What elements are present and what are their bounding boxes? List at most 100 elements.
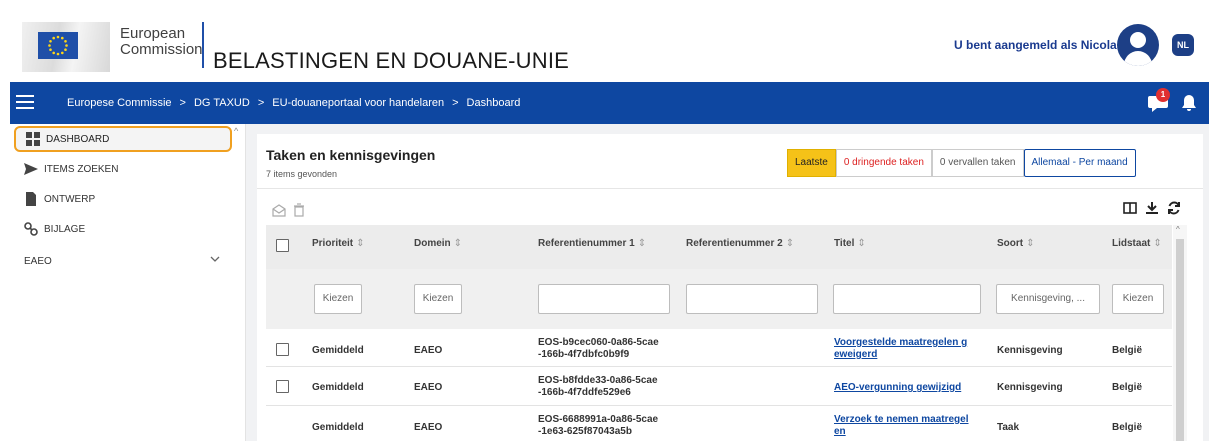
sidebar-item-label: EAEO — [24, 255, 52, 267]
sidebar: ^ DASHBOARD ITEMS ZOEKEN ONTWERP BIJLAGE — [10, 124, 246, 441]
table-row[interactable]: Gemiddeld EAEO EOS-b8fdde33-0a86-5cae -16… — [266, 368, 1172, 406]
breadcrumb-separator: > — [452, 97, 459, 109]
breadcrumb-item[interactable]: DG TAXUD — [194, 97, 250, 109]
domain-cell: EAEO — [414, 345, 443, 356]
ref1-line: -1e63-625f87043a5b — [538, 426, 632, 437]
org-name: European Commission — [120, 26, 203, 58]
priority-cell: Gemiddeld — [312, 422, 364, 433]
column-header-ref2[interactable]: Referentienummer 2 ⇕ — [686, 238, 794, 249]
member-state-filter-select[interactable]: Kiezen — [1112, 284, 1164, 314]
column-label: Prioriteit — [312, 238, 354, 249]
type-cell: Kennisgeving — [997, 382, 1063, 393]
user-greeting: U bent aangemeld als Nicolas — [954, 38, 1124, 52]
column-header-type[interactable]: Soort ⇕ — [997, 238, 1035, 249]
column-label: Titel — [834, 238, 855, 249]
filter-latest-button[interactable]: Laatste — [787, 149, 836, 177]
scrollbar-thumb[interactable] — [1176, 239, 1184, 441]
member-state-cell: België — [1112, 382, 1143, 393]
sort-icon: ⇕ — [637, 238, 647, 249]
refresh-icon[interactable] — [1167, 201, 1181, 215]
scroll-up-icon[interactable]: ^ — [234, 126, 238, 136]
bell-icon[interactable] — [1180, 94, 1198, 112]
nav-bar: Europese Commissie > DG TAXUD > EU-douanepor… — [10, 82, 1209, 124]
column-header-title[interactable]: Titel ⇕ — [834, 238, 866, 249]
download-icon[interactable] — [1145, 201, 1159, 215]
site-header: European Commission BELASTINGEN EN DOUAN… — [0, 0, 1209, 82]
row-actions — [272, 203, 306, 217]
title-link[interactable]: Verzoek te nemen maatregel en — [834, 414, 969, 438]
ref1-cell: EOS-b8fdde33-0a86-5cae -166b-4f7ddfe529e6 — [538, 375, 658, 399]
logo-divider — [202, 22, 204, 68]
select-all-checkbox[interactable] — [276, 239, 289, 252]
column-label: Referentienummer 1 — [538, 238, 635, 249]
column-label: Lidstaat — [1112, 238, 1151, 249]
sort-icon: ⇕ — [1026, 238, 1035, 249]
row-checkbox[interactable] — [276, 380, 289, 393]
card-title: Taken en kennisgevingen — [266, 147, 436, 163]
table-filter-row: Kiezen Kiezen Kennisgeving, ... Kiezen — [266, 269, 1172, 329]
member-state-cell: België — [1112, 422, 1143, 433]
sort-icon: ⇕ — [356, 238, 365, 249]
ec-logo[interactable]: European Commission — [22, 22, 204, 72]
document-icon — [24, 192, 38, 206]
filter-expired-button[interactable]: 0 vervallen taken — [931, 149, 1024, 177]
site-title: BELASTINGEN EN DOUANE-UNIE — [213, 48, 570, 73]
dashboard-icon — [26, 132, 40, 146]
columns-icon[interactable] — [1123, 201, 1137, 215]
column-label: Soort — [997, 238, 1024, 249]
sidebar-item-label: DASHBOARD — [46, 133, 110, 145]
items-count: 7 items gevonden — [266, 169, 338, 179]
ref1-line: EOS-b8fdde33-0a86-5cae — [538, 375, 658, 386]
priority-filter-select[interactable]: Kiezen — [314, 284, 362, 314]
breadcrumb-separator: > — [179, 97, 186, 109]
eu-flag-icon — [38, 32, 78, 59]
filter-urgent-button[interactable]: 0 dringende taken — [835, 149, 932, 177]
title-link[interactable]: Voorgestelde maatregelen g eweigerd — [834, 337, 967, 361]
sidebar-item-bijlage[interactable]: BIJLAGE — [14, 216, 232, 242]
priority-cell: Gemiddeld — [312, 345, 364, 356]
sidebar-item-label: ONTWERP — [44, 193, 96, 205]
table-header: Prioriteit ⇕ Domein ⇕ Referentienummer 1 ⇕ … — [266, 225, 1172, 269]
column-header-domain[interactable]: Domein ⇕ — [414, 238, 462, 249]
sidebar-item-items-zoeken[interactable]: ITEMS ZOEKEN — [14, 156, 232, 182]
column-header-priority[interactable]: Prioriteit ⇕ — [312, 238, 365, 249]
breadcrumb-item[interactable]: Europese Commissie — [67, 97, 172, 109]
sidebar-item-dashboard[interactable]: DASHBOARD — [14, 126, 232, 152]
title-filter-input[interactable] — [833, 284, 981, 314]
org-line-2: Commission — [120, 41, 203, 58]
table-row[interactable]: Gemiddeld EAEO EOS-6688991a-0a86-5cae -1e… — [266, 406, 1172, 441]
ref1-filter-input[interactable] — [538, 284, 670, 314]
domain-cell: EAEO — [414, 422, 443, 433]
trash-icon[interactable] — [292, 203, 306, 217]
sort-icon: ⇕ — [857, 238, 866, 249]
column-header-ref1[interactable]: Referentienummer 1 ⇕ — [538, 238, 646, 249]
title-link[interactable]: AEO-vergunning gewijzigd — [834, 382, 961, 394]
sidebar-item-label: ITEMS ZOEKEN — [44, 163, 119, 175]
row-checkbox[interactable] — [276, 343, 289, 356]
language-button[interactable]: NL — [1172, 34, 1194, 56]
sidebar-item-eaeo[interactable]: EAEO — [14, 248, 232, 274]
page: European Commission BELASTINGEN EN DOUAN… — [0, 0, 1209, 441]
title-line: Voorgestelde maatregelen g — [834, 337, 968, 348]
domain-filter-select[interactable]: Kiezen — [414, 284, 462, 314]
column-header-member-state[interactable]: Lidstaat ⇕ — [1112, 238, 1162, 249]
ref2-filter-input[interactable] — [686, 284, 818, 314]
sort-icon: ⇕ — [453, 238, 463, 249]
hamburger-menu-icon[interactable] — [16, 95, 34, 109]
mark-read-icon[interactable] — [272, 203, 286, 217]
breadcrumb-item[interactable]: EU-douaneportaal voor handelaren — [272, 97, 444, 109]
scroll-up-icon[interactable]: ^ — [1176, 225, 1180, 234]
table-row[interactable]: Gemiddeld EAEO EOS-b9cec060-0a86-5cae -16… — [266, 329, 1172, 367]
sort-icon: ⇕ — [785, 238, 795, 249]
avatar[interactable] — [1117, 24, 1159, 66]
type-filter-select[interactable]: Kennisgeving, ... — [996, 284, 1100, 314]
sidebar-item-ontwerp[interactable]: ONTWERP — [14, 186, 232, 212]
filter-period-button[interactable]: Allemaal - Per maand — [1023, 149, 1136, 177]
priority-cell: Gemiddeld — [312, 382, 364, 393]
ref1-cell: EOS-6688991a-0a86-5cae -1e63-625f87043a5b — [538, 414, 658, 438]
column-label: Referentienummer 2 — [686, 238, 783, 249]
table-scrollbar[interactable]: ^ — [1173, 225, 1187, 441]
title-line: eweigerd — [834, 349, 878, 360]
title-line: en — [834, 426, 846, 437]
column-label: Domein — [414, 238, 451, 249]
